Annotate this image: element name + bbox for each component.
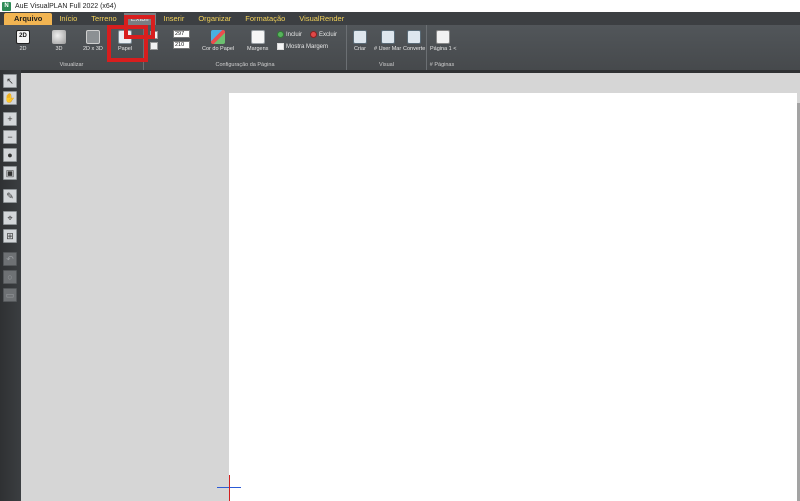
paper-sheet[interactable] [229, 93, 797, 501]
exclude-label: Excluir [319, 31, 338, 38]
paper-height-field[interactable]: 210 [173, 41, 190, 49]
visual-create-icon [353, 30, 367, 44]
view-2d-icon [16, 30, 30, 44]
group-visualizar: 2D 3D 2D x 3D Papel Visualizar [0, 25, 144, 70]
grid-snap-icon[interactable]: ⊞ [3, 229, 17, 243]
circle-shape-glyph: ○ [7, 271, 13, 282]
view-2dx3d-label: 2D x 3D [83, 46, 103, 52]
zoom-full-icon[interactable]: ● [3, 148, 17, 162]
view-2d-button[interactable]: 2D [16, 30, 30, 52]
view-2dx3d-button[interactable]: 2D x 3D [83, 30, 103, 52]
tab-organizar[interactable]: Organizar [191, 13, 238, 25]
view-2d-label: 2D [19, 46, 27, 52]
app-window: N AuE VisualPLAN Full 2022 (x64) Arquivo… [0, 0, 800, 501]
paper-icon [118, 30, 133, 44]
zoom-window-icon[interactable]: ▣ [3, 166, 17, 180]
page-select-label: Página 1 < [430, 46, 457, 52]
user-mar-button[interactable]: # User Mar [374, 30, 401, 52]
view-2dx3d-icon [85, 30, 100, 44]
rect-shape-glyph: ▭ [5, 289, 15, 300]
paper-label: Papel [118, 46, 133, 52]
visual-create-label: Criar [354, 46, 366, 52]
include-label: Incluir [286, 31, 303, 38]
app-logo-icon: N [2, 1, 11, 11]
margins-label: Margens [247, 46, 269, 52]
group-config-pagina: 297 210 Cor do Papel Margens Incluir Exc… [144, 25, 347, 70]
title-bar: N AuE VisualPLAN Full 2022 (x64) [0, 0, 800, 12]
convert-button[interactable]: Converte [403, 30, 425, 52]
left-toolbar: ↖ ✋ + − ● ▣ ✎ ⌖ ⊞ ↶ ○ ▭ [0, 70, 21, 501]
tab-arquivo[interactable]: Arquivo [4, 13, 53, 25]
tab-inserir[interactable]: Inserir [156, 13, 191, 25]
group-label-config: Configuração da Página [215, 62, 275, 68]
zoom-window-glyph: ▣ [5, 167, 15, 178]
exclude-button[interactable]: Excluir [310, 31, 337, 38]
user-mar-label: # User Mar [374, 46, 402, 52]
include-button[interactable]: Incluir [277, 31, 302, 38]
group-label-paginas: # Páginas [429, 62, 455, 68]
convert-label: Converte [403, 46, 426, 52]
drawing-canvas[interactable] [21, 73, 800, 501]
visual-create-button[interactable]: Criar [353, 30, 367, 52]
paper-width-field[interactable]: 297 [173, 30, 190, 38]
group-label-visual: Visual [379, 62, 394, 68]
paper-color-icon [211, 30, 226, 44]
select-arrow-icon[interactable]: ↖ [3, 74, 17, 88]
paper-color-button[interactable]: Cor do Papel [202, 30, 234, 52]
measure-icon[interactable]: ✎ [3, 189, 17, 203]
measure-glyph: ✎ [6, 190, 14, 201]
ribbon-tabs: Arquivo Início Terreno Exibir Inserir Or… [0, 12, 800, 25]
pan-hand-glyph: ✋ [4, 92, 16, 103]
margins-icon [250, 30, 265, 44]
grid-snap-glyph: ⊞ [6, 230, 14, 241]
zoom-out-icon[interactable]: − [3, 130, 17, 144]
pan-hand-icon[interactable]: ✋ [3, 91, 17, 105]
group-paginas: Página 1 < # Páginas [427, 25, 457, 70]
zoom-in-icon[interactable]: + [3, 112, 17, 126]
window-title: AuE VisualPLAN Full 2022 (x64) [15, 2, 117, 10]
undo-shape-glyph: ↶ [6, 253, 14, 264]
paper-color-label: Cor do Papel [202, 46, 235, 52]
tab-exibir[interactable]: Exibir [123, 13, 157, 25]
origin-axis-y [229, 475, 230, 501]
zoom-full-glyph: ● [7, 149, 13, 160]
tab-inicio[interactable]: Início [52, 13, 84, 25]
include-icon [277, 31, 284, 38]
tab-terreno[interactable]: Terreno [84, 13, 123, 25]
view-3d-label: 3D [55, 46, 63, 52]
circle-shape-icon[interactable]: ○ [3, 270, 17, 284]
exclude-icon [310, 31, 317, 38]
show-margin-checkbox[interactable]: Mostra Margem [277, 43, 328, 50]
select-arrow-glyph: ↖ [6, 75, 14, 86]
tab-visualrender[interactable]: VisualRender [292, 13, 351, 25]
user-mar-icon [380, 30, 395, 44]
ribbon-groups: 2D 3D 2D x 3D Papel Visualizar [0, 25, 800, 70]
show-margin-check-icon [277, 43, 284, 50]
convert-icon [407, 30, 422, 44]
paper-button[interactable]: Papel [118, 30, 132, 52]
group-label-visualizar: Visualizar [59, 62, 84, 68]
zoom-in-glyph: + [7, 113, 13, 124]
view-3d-icon [52, 30, 66, 44]
landscape-orientation-icon[interactable] [150, 31, 158, 39]
tab-formatacao[interactable]: Formatação [238, 13, 292, 25]
snap-point-icon[interactable]: ⌖ [3, 211, 17, 225]
page-select-button[interactable]: Página 1 < [430, 30, 456, 52]
snap-point-glyph: ⌖ [7, 212, 13, 223]
page-icon [436, 30, 451, 44]
zoom-out-glyph: − [7, 131, 13, 142]
margins-button[interactable]: Margens [247, 30, 268, 52]
portrait-orientation-icon[interactable] [150, 42, 158, 50]
group-visual: Criar # User Mar Converte Visual [347, 25, 427, 70]
ribbon: Arquivo Início Terreno Exibir Inserir Or… [0, 12, 800, 70]
view-3d-button[interactable]: 3D [52, 30, 66, 52]
rect-shape-icon[interactable]: ▭ [3, 288, 17, 302]
show-margin-label: Mostra Margem [286, 43, 329, 50]
undo-shape-icon[interactable]: ↶ [3, 252, 17, 266]
